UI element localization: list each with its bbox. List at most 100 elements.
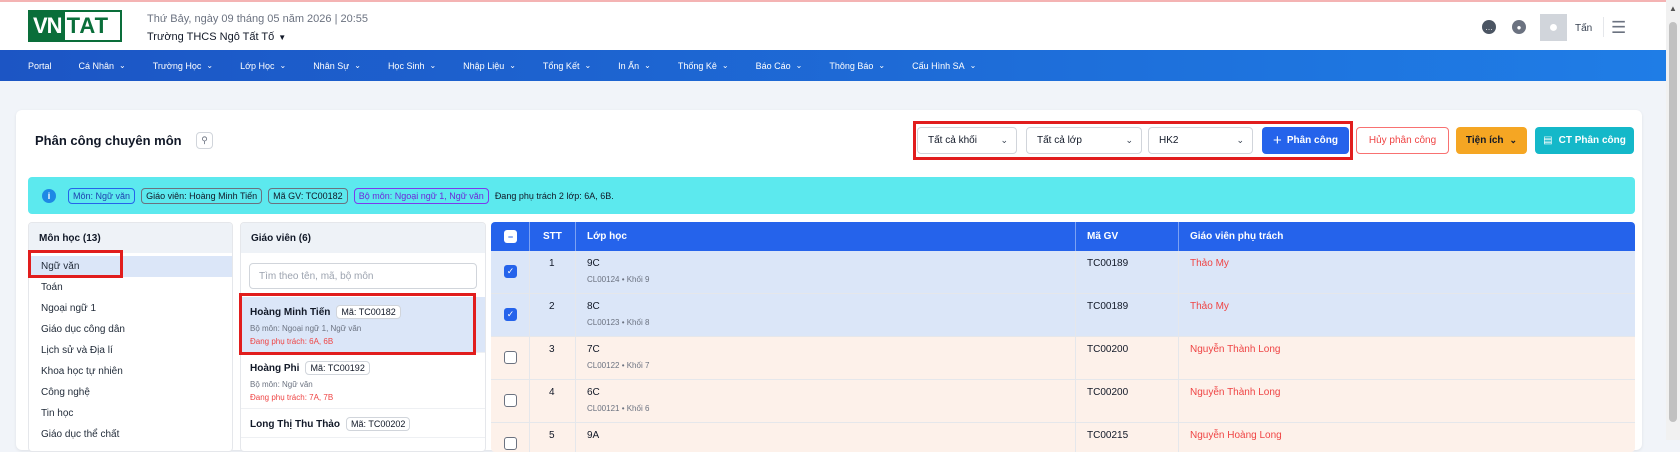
utility-label: Tiện ích (1465, 135, 1504, 146)
cancel-assign-label: Hủy phân công (1368, 135, 1437, 146)
nav-item[interactable]: In Ấn ⌄ (618, 61, 651, 71)
detail-button[interactable]: ▤ CT Phân công (1535, 127, 1634, 154)
nav-item[interactable]: Lớp Học ⌄ (240, 61, 286, 71)
teacher-search-input[interactable]: Tìm theo tên, mã, bộ môn (249, 263, 477, 289)
subject-item[interactable]: Công nghệ (29, 382, 232, 403)
row-class-meta: CL00122 • Khối 7 (587, 361, 650, 370)
row-teacher[interactable]: Nguyễn Thành Long (1190, 344, 1280, 355)
highlight-teacher (239, 293, 476, 355)
row-code: TC00200 (1087, 344, 1129, 355)
teacher-name: Hoàng Phi Mã: TC00192 (250, 361, 476, 375)
col-class[interactable]: Lớp học (587, 222, 627, 251)
user-name[interactable]: Tấn (1575, 23, 1592, 34)
row-class: 9A (587, 430, 600, 441)
avatar[interactable]: ● (1540, 14, 1567, 41)
row-checkbox[interactable] (504, 394, 517, 407)
nav-item[interactable]: Thông Báo ⌄ (829, 61, 885, 71)
table-row[interactable]: 4 6C CL00121 • Khối 6 TC00200 Nguyễn Thành L… (491, 380, 1635, 423)
col-teacher[interactable]: Giáo viên phụ trách (1190, 222, 1283, 251)
table-row[interactable]: 5 9A TC00215 Nguyễn Hoàng Long (491, 423, 1635, 452)
current-date: Thứ Bảy, ngày 09 tháng 05 năm 2026 | 20:… (147, 13, 369, 25)
table-row[interactable]: 3 7C CL00122 • Khối 7 TC00200 Nguyễn Thành L… (491, 337, 1635, 380)
row-teacher[interactable]: Thảo My (1190, 301, 1229, 312)
pin-icon[interactable]: ⚲ (196, 132, 213, 149)
nav-item[interactable]: Tổng Kết ⌄ (543, 61, 591, 71)
subject-item[interactable]: Tin học (29, 403, 232, 424)
subject-item[interactable]: Ngoại ngữ 1 (29, 298, 232, 319)
select-all-checkbox[interactable]: − (504, 230, 517, 243)
nav-item-label: In Ấn (618, 60, 640, 71)
teacher-name: Long Thị Thu Thảo Mã: TC00202 (250, 417, 476, 431)
subject-item[interactable]: Giáo dục công dân (29, 319, 232, 340)
row-code: TC00200 (1087, 387, 1129, 398)
nav-item-label: Thông Báo (829, 60, 874, 71)
nav-item-label: Portal (28, 60, 52, 71)
chevron-down-icon: ⌄ (584, 61, 592, 70)
nav-item[interactable]: Nhân Sự ⌄ (313, 61, 361, 71)
logo-vn: VN (30, 12, 65, 40)
row-code: TC00189 (1087, 258, 1129, 269)
nav-item[interactable]: Học Sinh ⌄ (388, 61, 436, 71)
row-teacher[interactable]: Nguyễn Hoàng Long (1190, 430, 1282, 441)
hamburger-menu-icon[interactable]: ☰ (1611, 18, 1626, 38)
row-checkbox[interactable]: ✓ (504, 308, 517, 321)
row-stt: 4 (549, 387, 555, 398)
dept-tag: Bộ môn: Ngoại ngữ 1, Ngữ văn (353, 187, 489, 204)
nav-item-label: Nhập Liệu (463, 60, 505, 71)
main-nav: Portal Cá Nhân ⌄ Trường Học ⌄ Lớp Học ⌄ Nhân Sự… (0, 50, 1666, 81)
assignment-table: − STT Lớp học Mã GV Giáo viên phụ trách … (491, 222, 1635, 452)
chevron-down-icon: ⌄ (969, 61, 977, 70)
row-checkbox[interactable]: ✓ (504, 265, 517, 278)
nav-item[interactable]: Cá Nhân ⌄ (79, 61, 126, 71)
chevron-down-icon: ⌄ (429, 61, 437, 70)
chevron-down-icon: ⌄ (1509, 135, 1518, 145)
row-checkbox[interactable] (504, 351, 517, 364)
nav-item-label: Thống Kê (677, 60, 717, 71)
chat-icon[interactable]: … (1482, 20, 1496, 34)
teacher-code-badge: Mã: TC00202 (345, 417, 411, 431)
table-row[interactable]: ✓ 2 8C CL00123 • Khối 8 TC00189 Thảo My (491, 294, 1635, 337)
subject-item[interactable]: Khoa học tự nhiên (29, 361, 232, 382)
row-code: TC00189 (1087, 301, 1129, 312)
teacher-dept: Bộ môn: Ngữ văn (250, 380, 313, 389)
col-code[interactable]: Mã GV (1087, 222, 1118, 251)
row-class-meta: CL00124 • Khối 9 (587, 275, 650, 284)
top-bar: VN TAT Thứ Bảy, ngày 09 tháng 05 năm 202… (0, 0, 1666, 50)
col-stt[interactable]: STT (543, 222, 562, 251)
table-row[interactable]: ✓ 1 9C CL00124 • Khối 9 TC00189 Thảo My (491, 251, 1635, 294)
teacher-load: Đang phụ trách: 7A, 7B (250, 393, 334, 402)
row-teacher[interactable]: Thảo My (1190, 258, 1229, 269)
table-header: − STT Lớp học Mã GV Giáo viên phụ trách (491, 222, 1635, 251)
teacher-card[interactable]: Hoàng Phi Mã: TC00192 Bộ môn: Ngữ văn Đang … (241, 353, 485, 409)
info-bar: i Môn: Ngữ văn Giáo viên: Hoàng Minh Tiế… (28, 177, 1635, 214)
chevron-down-icon: ⌄ (119, 61, 126, 70)
teacher-name-text: Hoàng Phi (250, 362, 300, 374)
nav-item-label: Học Sinh (387, 60, 425, 71)
nav-item[interactable]: Thống Kê ⌄ (678, 61, 729, 71)
subject-item[interactable]: Lịch sử và Địa lí (29, 340, 232, 361)
nav-item[interactable]: Portal (28, 61, 52, 71)
school-selector[interactable]: Trường THCS Ngô Tất Tố ▼ (147, 31, 286, 43)
nav-item[interactable]: Cấu Hình SA ⌄ (912, 61, 976, 71)
vntat-logo[interactable]: VN TAT (28, 10, 122, 42)
detail-label: CT Phân công (1558, 135, 1626, 146)
nav-item[interactable]: Nhập Liệu ⌄ (463, 61, 516, 71)
nav-item-label: Cá Nhân (78, 60, 115, 71)
row-checkbox[interactable] (504, 437, 517, 450)
nav-item-label: Nhân Sự (313, 60, 350, 71)
bell-icon[interactable]: ● (1512, 20, 1526, 34)
row-stt: 2 (549, 301, 555, 312)
page-scrollbar[interactable]: ▲ (1666, 0, 1680, 440)
teacher-card[interactable]: Long Thị Thu Thảo Mã: TC00202 (241, 409, 485, 438)
row-teacher[interactable]: Nguyễn Thành Long (1190, 387, 1280, 398)
nav-item[interactable]: Trường Học ⌄ (153, 61, 213, 71)
cancel-assign-button[interactable]: Hủy phân công (1356, 127, 1449, 154)
scroll-thumb[interactable] (1669, 22, 1677, 422)
row-class-meta: CL00123 • Khối 8 (587, 318, 650, 327)
utility-button[interactable]: Tiện ích ⌄ (1456, 127, 1527, 154)
subject-item[interactable]: Toán (29, 277, 232, 298)
scroll-up-icon[interactable]: ▲ (1669, 4, 1677, 13)
highlight-filters (913, 121, 1353, 160)
subject-item[interactable]: Giáo dục thể chất (29, 424, 232, 445)
nav-item[interactable]: Báo Cáo ⌄ (756, 61, 803, 71)
